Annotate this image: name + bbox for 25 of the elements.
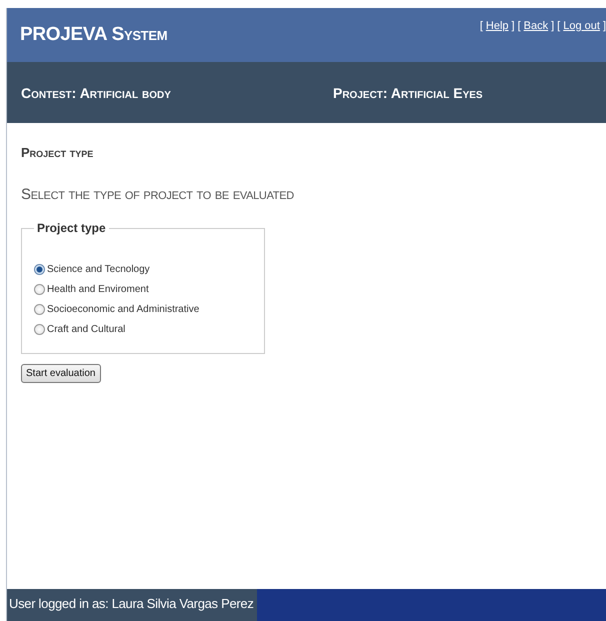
- app-title: PROJEVA System: [20, 24, 168, 46]
- radio-button[interactable]: [34, 264, 45, 274]
- nav-link[interactable]: Help: [486, 20, 509, 32]
- option-label: Socioeconomic and Administrative: [47, 304, 200, 314]
- option-label: Craft and Cultural: [47, 324, 126, 334]
- radio-button[interactable]: [34, 304, 45, 314]
- radio-button[interactable]: [34, 284, 45, 294]
- bracket-text: ]: [602, 20, 606, 32]
- nav-link[interactable]: Back: [524, 20, 548, 32]
- group-legend: Project type: [34, 221, 109, 235]
- section-title: Project type: [21, 145, 94, 160]
- bracket-text: [: [518, 20, 521, 32]
- contest-label: Contest: Artificial body: [21, 84, 172, 100]
- radio-button[interactable]: [34, 324, 45, 334]
- option-label: Health and Enviroment: [47, 284, 149, 294]
- user-label: User logged in as: Laura Silvia Vargas Perez: [7, 589, 257, 621]
- bracket-text: [: [557, 20, 560, 32]
- project-label: Project: Artificial Eyes: [333, 84, 483, 100]
- start-evaluation-button[interactable]: Start evaluation: [21, 364, 100, 383]
- bracket-text: [: [480, 20, 483, 32]
- bracket-text: ]: [551, 20, 554, 32]
- nav-link[interactable]: Log out: [563, 20, 600, 32]
- option-label: Science and Tecnology: [47, 264, 150, 274]
- bracket-text: ]: [512, 20, 515, 32]
- instruction-text: Select the type of project to be evaluated: [21, 186, 295, 203]
